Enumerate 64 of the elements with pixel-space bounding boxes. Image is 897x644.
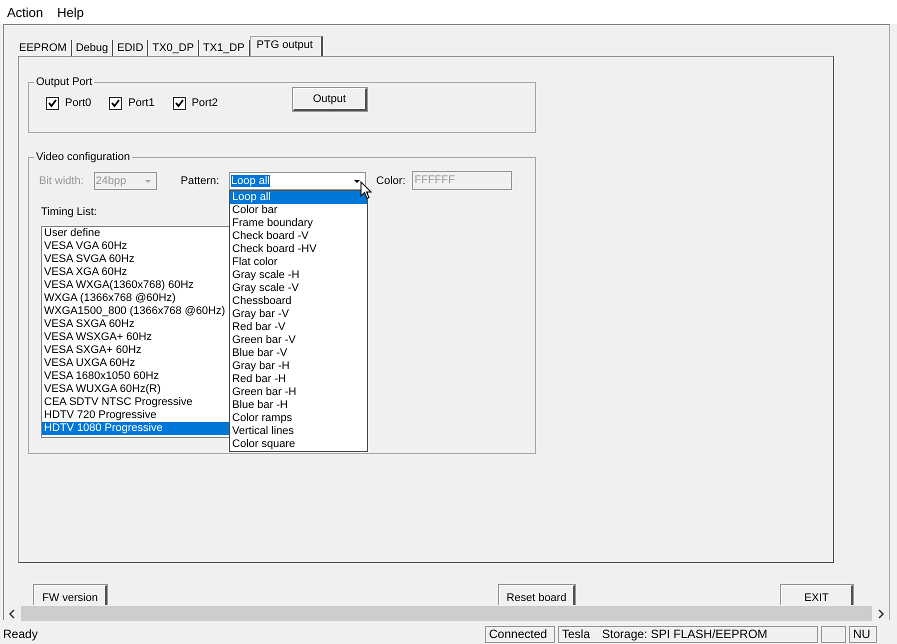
checkbox[interactable] — [46, 96, 59, 110]
list-item[interactable]: VESA 1680x1050 60Hz — [42, 370, 229, 383]
status-text: Storage: SPI FLASH/EEPROM — [602, 627, 768, 641]
list-item[interactable]: VESA VGA 60Hz — [42, 240, 229, 253]
output-button[interactable]: Output — [292, 88, 367, 111]
list-item[interactable]: VESA WXGA(1360x768) 60Hz — [42, 279, 229, 292]
list-item[interactable]: VESA XGA 60Hz — [42, 266, 229, 279]
dialog-button[interactable]: FW version — [34, 585, 107, 605]
dropdown-option[interactable]: Check board -HV — [230, 242, 368, 256]
dropdown-option[interactable]: Gray scale -H — [230, 268, 368, 282]
field-label: Color: — [376, 174, 406, 186]
status-pane: Connected — [485, 626, 555, 642]
checkbox-label: Port0 — [65, 97, 92, 109]
status-text: Tesla — [562, 627, 590, 641]
field-label: Pattern: — [180, 174, 220, 186]
menu-item[interactable]: Help — [57, 4, 84, 20]
dropdown-option[interactable]: Check board -V — [230, 230, 368, 242]
list-item[interactable]: VESA SXGA 60Hz — [42, 318, 229, 331]
list-item[interactable]: WXGA (1366x768 @60Hz) — [42, 292, 229, 305]
dialog-button[interactable]: Reset board — [499, 585, 575, 605]
status-pane — [821, 626, 846, 642]
dialog-button[interactable]: EXIT — [781, 585, 853, 605]
timing-listbox[interactable] — [41, 226, 230, 438]
dropdown-option[interactable]: Flat color — [230, 256, 368, 268]
group-title: Output Port — [35, 76, 94, 88]
list-item[interactable]: VESA UXGA 60Hz — [42, 357, 229, 370]
list-item[interactable]: VESA SXGA+ 60Hz — [42, 344, 229, 357]
scroll-left-icon[interactable] — [8, 608, 16, 618]
dropdown-option[interactable]: Color ramps — [230, 412, 368, 424]
dropdown-option[interactable]: Vertical lines — [230, 424, 368, 438]
list-item[interactable]: WXGA1500_800 (1366x768 @60Hz) — [42, 305, 229, 318]
checkbox[interactable] — [172, 96, 186, 110]
menu-item[interactable]: Action — [7, 4, 44, 20]
dropdown-option[interactable]: Gray bar -V — [230, 308, 368, 320]
list-item[interactable]: VESA WSXGA+ 60Hz — [42, 331, 229, 344]
dropdown-option[interactable]: Green bar -V — [230, 334, 368, 346]
dropdown-option[interactable]: Loop all — [230, 190, 368, 204]
list-item[interactable]: HDTV 720 Progressive — [42, 409, 229, 422]
dropdown-option[interactable]: Blue bar -V — [230, 346, 368, 360]
checkbox-label: Port2 — [192, 97, 218, 109]
list-item[interactable]: User define — [42, 227, 229, 240]
dropdown-option[interactable]: Blue bar -H — [230, 398, 368, 412]
dropdown-option[interactable]: Color square — [230, 438, 368, 450]
status-text: Ready — [3, 627, 39, 641]
scroll-right-icon[interactable] — [877, 608, 885, 618]
dropdown-option[interactable]: Red bar -V — [230, 320, 368, 334]
dropdown-option[interactable]: Gray bar -H — [230, 360, 368, 372]
field-label: Bit width: — [39, 174, 84, 186]
checkbox-label: Port1 — [128, 97, 155, 109]
dropdown-option[interactable]: Chessboard — [230, 294, 368, 308]
dropdown-option[interactable]: Color bar — [230, 204, 368, 216]
tab[interactable]: PTG output — [250, 36, 323, 56]
status-pane: NU — [849, 626, 877, 642]
list-item[interactable]: CEA SDTV NTSC Progressive — [42, 396, 229, 409]
list-item[interactable]: VESA WUXGA 60Hz(R) — [42, 383, 229, 396]
field-label: Timing List: — [41, 206, 97, 218]
checkbox[interactable] — [109, 96, 122, 110]
list-item[interactable]: VESA SVGA 60Hz — [42, 253, 229, 266]
dropdown-option[interactable]: Red bar -H — [230, 372, 368, 386]
dropdown-option[interactable]: Green bar -H — [230, 386, 368, 398]
group-title: Video configuration — [35, 151, 131, 163]
dropdown-option[interactable]: Gray scale -V — [230, 282, 368, 294]
dropdown-option[interactable]: Frame boundary — [230, 216, 368, 230]
list-item[interactable]: HDTV 1080 Progressive — [42, 422, 229, 435]
